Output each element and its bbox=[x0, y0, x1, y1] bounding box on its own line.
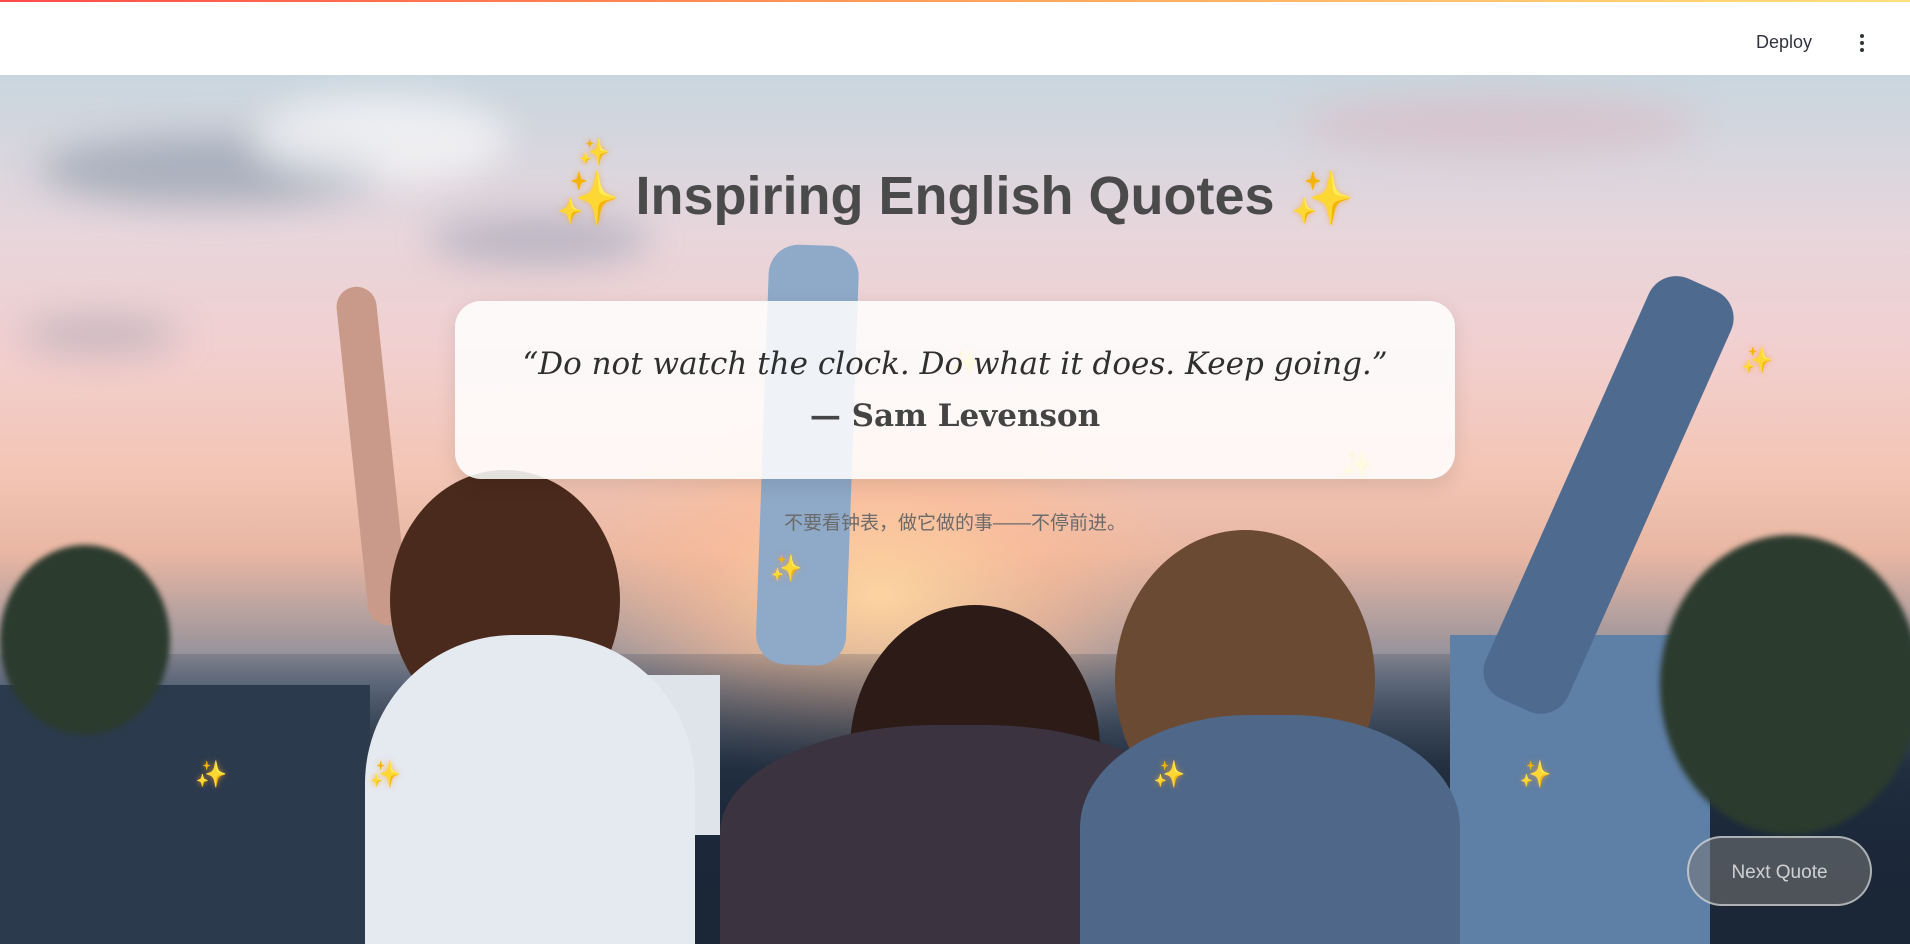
sparkles-icon: ✨ bbox=[555, 169, 621, 229]
quote-translation: 不要看钟表，做它做的事——不停前进。 bbox=[783, 513, 1126, 534]
tree bbox=[1660, 535, 1910, 835]
sparkles-icon: ✨ bbox=[369, 760, 402, 790]
quote-author: — Sam Levenson bbox=[809, 398, 1101, 434]
cloud bbox=[20, 315, 180, 355]
next-quote-button[interactable]: Next Quote bbox=[1687, 836, 1872, 906]
person-body bbox=[365, 635, 695, 944]
cloud bbox=[1300, 95, 1700, 155]
sparkles-icon: ✨ bbox=[770, 554, 803, 584]
sparkles-icon: ✨ bbox=[1153, 760, 1186, 790]
sparkles-icon: ✨ bbox=[1519, 760, 1552, 790]
quote-card: “Do not watch the clock. Do what it does… bbox=[455, 301, 1455, 479]
app-header: Deploy bbox=[0, 2, 1910, 75]
person-body bbox=[1080, 715, 1460, 944]
deploy-button[interactable]: Deploy bbox=[1756, 32, 1812, 53]
header-accent-bar bbox=[0, 0, 1910, 2]
more-vertical-icon[interactable] bbox=[1854, 34, 1870, 58]
page-title: ✨ Inspiring English Quotes ✨ bbox=[0, 165, 1910, 229]
tree bbox=[0, 545, 170, 735]
sparkles-icon: ✨ bbox=[578, 138, 611, 168]
page-title-text: Inspiring English Quotes bbox=[635, 166, 1275, 226]
sparkles-icon: ✨ bbox=[1289, 169, 1355, 229]
app-page: Deploy ✨ ✨ ✨ ✨ ✨ ✨ ✨ ✨ ✨ bbox=[0, 0, 1910, 944]
quote-text: “Do not watch the clock. Do what it does… bbox=[522, 346, 1388, 382]
sparkles-icon: ✨ bbox=[1741, 346, 1774, 376]
sparkles-icon: ✨ bbox=[195, 760, 228, 790]
